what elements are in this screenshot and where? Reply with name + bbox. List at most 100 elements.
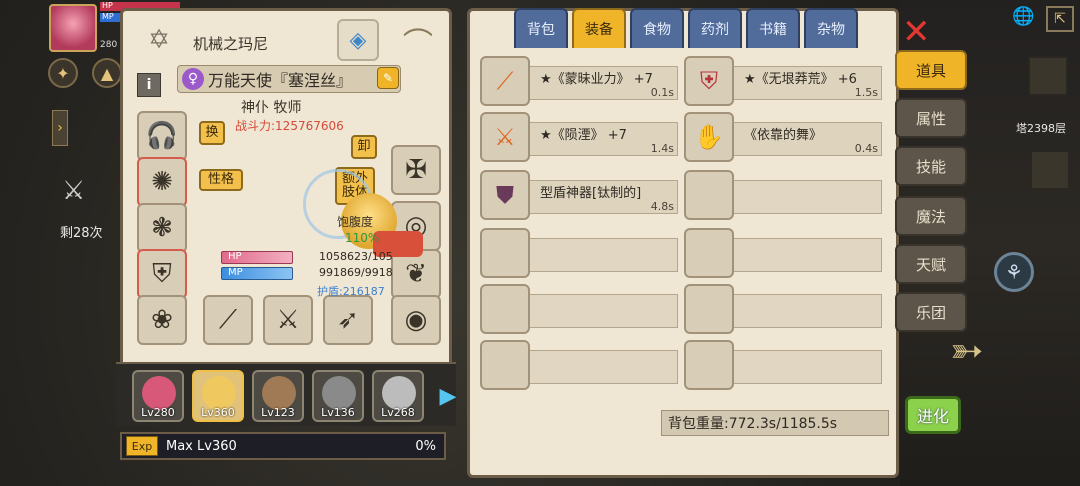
female-icon: ♀ [182, 68, 204, 90]
equip-slot-bow[interactable]: ➶ [323, 295, 373, 345]
inventory-item[interactable]: ✋ 《依靠的舞》 0.4s [684, 112, 882, 162]
equip-slot-helmet[interactable]: 🎧 [137, 111, 187, 161]
party-member-active[interactable]: Lv360 [192, 370, 244, 422]
side-tab-items[interactable]: 道具 [895, 50, 967, 90]
item-weight: 1.4s [650, 142, 674, 155]
satiety-value: 110% [345, 231, 380, 245]
hud-side-number: 280 [100, 40, 118, 50]
empty-slot[interactable] [480, 340, 678, 390]
party-member[interactable]: Lv136 [312, 370, 364, 422]
item-strip [528, 238, 678, 272]
tab-food[interactable]: 食物 [630, 8, 684, 48]
compass-icon[interactable]: ⚘ [994, 252, 1034, 292]
member-level: Lv360 [201, 406, 235, 419]
empty-slot[interactable] [684, 340, 882, 390]
exit-icon[interactable]: ⇱ [1046, 6, 1074, 32]
member-face [382, 376, 416, 410]
side-tab-attributes[interactable]: 属性 [895, 98, 967, 138]
item-name: 型盾神器[钛制的] [540, 186, 642, 201]
shield-icon: ⛊ [480, 170, 530, 220]
party-member[interactable]: Lv123 [252, 370, 304, 422]
item-name: 《依靠的舞》 [744, 128, 823, 143]
empty-slot[interactable] [480, 228, 678, 278]
member-level: Lv268 [381, 406, 415, 419]
satiety-label: 饱腹度 [337, 215, 374, 229]
item-weight: 0.4s [854, 142, 878, 155]
side-tab-skills[interactable]: 技能 [895, 146, 967, 186]
chest-armor-icon: ⛨ [684, 56, 734, 106]
exp-bar: Exp Max Lv360 0% [120, 432, 446, 460]
skill-shortcut-icon[interactable]: ✦ [48, 58, 78, 88]
side-tab-band[interactable]: 乐团 [895, 292, 967, 332]
member-face [262, 376, 296, 410]
character-header: ✡ 机械之玛尼 ◈ ⌒ [131, 17, 443, 65]
empty-slot[interactable] [684, 284, 882, 334]
member-face [322, 376, 356, 410]
wardrobe-hanger-icon[interactable]: ⌒ [393, 21, 443, 62]
info-icon[interactable]: i [137, 73, 161, 97]
equip-slot-staff[interactable]: ⟋ [203, 295, 253, 345]
equip-slot-weapon[interactable]: ⚔ [263, 295, 313, 345]
evolve-button[interactable]: 进化 [905, 396, 961, 434]
edit-title-icon[interactable]: ✎ [377, 67, 399, 89]
member-level: Lv136 [321, 406, 355, 419]
hp-bar: HP [221, 251, 293, 264]
shield-value: 护盾:216187 [317, 285, 385, 298]
party-next-arrow-icon[interactable]: ▶ [438, 380, 458, 412]
item-weight: 1.5s [854, 86, 878, 99]
equip-slot-amulet[interactable]: ✺ [137, 157, 187, 207]
swap-button[interactable]: 换 [199, 121, 225, 145]
equip-slot-armor[interactable]: ⛨ [137, 249, 187, 299]
empty-slot[interactable] [684, 228, 882, 278]
item-strip [732, 180, 882, 214]
bow-icon: ➳ [950, 328, 984, 374]
tab-books[interactable]: 书籍 [746, 8, 800, 48]
sword-icon: ⚔ [480, 112, 530, 162]
side-tab-magic[interactable]: 魔法 [895, 196, 967, 236]
empty-slot[interactable] [480, 284, 678, 334]
exp-label: Max Lv360 [166, 439, 237, 454]
equip-slot-cape[interactable]: ❃ [137, 203, 187, 253]
inventory-item[interactable]: ⛨ ★《无垠莽荒》 +6 1.5s [684, 56, 882, 106]
inventory-item[interactable]: ⛊ 型盾神器[钛制的] 4.8s [480, 170, 678, 220]
equip-slot-belt[interactable]: ◉ [391, 295, 441, 345]
item-strip [732, 294, 882, 328]
personality-button[interactable]: 性格 [199, 169, 243, 191]
empty-slot-box [480, 228, 530, 278]
combat-power: 战斗力:125767606 [235, 119, 344, 133]
empty-slot-box [684, 228, 734, 278]
empty-slot[interactable] [684, 170, 882, 220]
title-bar[interactable]: ♀ 万能天使『塞涅丝』 [177, 65, 401, 93]
hp-value: 1058623/105 [319, 250, 393, 263]
side-tab-talent[interactable]: 天赋 [895, 244, 967, 284]
tab-potion[interactable]: 药剂 [688, 8, 742, 48]
item-strip [528, 294, 678, 328]
tab-misc[interactable]: 杂物 [804, 8, 858, 48]
player-avatar[interactable] [49, 4, 97, 52]
map-tile [1030, 150, 1070, 190]
inventory-item[interactable]: ⟋ ★《蒙昧业力》 +7 0.1s [480, 56, 678, 106]
map-tile [1028, 56, 1068, 96]
glove-icon: ✋ [684, 112, 734, 162]
pet-icon[interactable]: ◈ [337, 19, 379, 61]
mp-value: 991869/9918 [319, 266, 393, 279]
inventory-item[interactable]: ⚔ ★《陨湮》 +7 1.4s [480, 112, 678, 162]
tab-backpack[interactable]: 背包 [514, 8, 568, 48]
character-title: 万能天使『塞涅丝』 [208, 71, 353, 90]
item-strip [528, 350, 678, 384]
remaining-count: 剩28次 [60, 226, 103, 241]
item-strip [732, 238, 882, 272]
tab-equipment[interactable]: 装备 [572, 8, 626, 48]
empty-slot-box [480, 340, 530, 390]
item-weight: 0.1s [650, 86, 674, 99]
network-icon[interactable]: 🌐 [1012, 6, 1034, 27]
equip-slot-accessory[interactable]: ❀ [137, 295, 187, 345]
close-icon[interactable]: ✕ [902, 12, 931, 52]
buff-shortcut-icon[interactable]: ▲ [92, 58, 122, 88]
party-member[interactable]: Lv280 [132, 370, 184, 422]
member-level: Lv123 [261, 406, 295, 419]
party-member[interactable]: Lv268 [372, 370, 424, 422]
expand-arrow-icon[interactable]: › [52, 110, 68, 146]
crossed-swords-icon: ⚔ [62, 176, 86, 206]
empty-slot-box [684, 170, 734, 220]
